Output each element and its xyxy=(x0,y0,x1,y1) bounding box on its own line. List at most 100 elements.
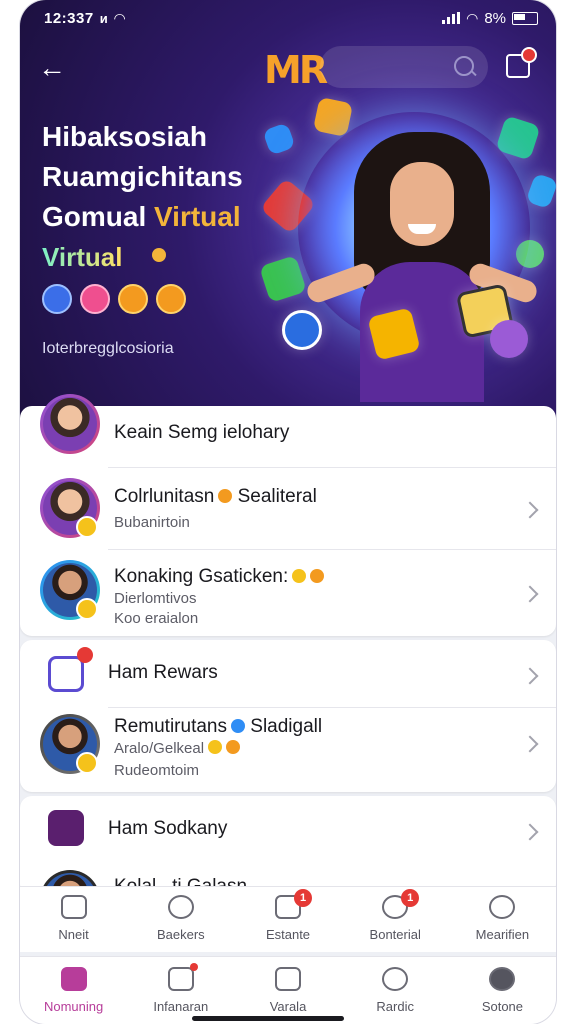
hero-virtual-label: Virtual xyxy=(42,242,123,272)
host-portrait xyxy=(304,132,540,402)
coin-row xyxy=(42,284,186,314)
search-icon[interactable] xyxy=(454,56,474,76)
bag-icon[interactable] xyxy=(506,47,537,78)
list-item[interactable]: Ham Sodkany xyxy=(20,796,556,866)
list-item-title: Konaking Gsaticken: xyxy=(114,566,325,588)
list-item-title: Ham Rewars xyxy=(108,662,218,683)
hero-title-line3-a: Gomual xyxy=(42,201,147,232)
profile-icon xyxy=(489,967,516,991)
coin-icon xyxy=(80,284,110,314)
chevron-right-icon[interactable] xyxy=(521,667,539,685)
home-icon xyxy=(60,967,87,991)
tab-label: Nomuning xyxy=(43,999,104,1014)
hero-banner[interactable]: 12:337 ᴎ ◠ ◠ 8% ← MR Hibaksosiah Ruamgic… xyxy=(20,0,556,420)
battery-icon xyxy=(512,11,538,25)
status-bar: 12:337 ᴎ ◠ ◠ 8% xyxy=(20,0,556,36)
avatar xyxy=(40,394,100,454)
avatar xyxy=(40,560,100,620)
top-app-bar: ← MR xyxy=(20,42,556,96)
coin-icon xyxy=(118,284,148,314)
person-icon xyxy=(382,967,409,991)
coin-icon xyxy=(42,284,72,314)
tab-label: Varala xyxy=(269,999,307,1014)
tab-nomuning[interactable]: Nomuning xyxy=(20,967,127,1024)
coin-icon xyxy=(156,284,186,314)
notification-dot xyxy=(521,47,537,63)
notification-badge: 1 xyxy=(401,889,420,907)
building-icon xyxy=(48,647,93,692)
list-item-title: Keain Semg ielohary xyxy=(114,422,290,443)
back-arrow-icon[interactable]: ← xyxy=(38,54,68,84)
list-item[interactable]: Konaking Gsaticken: Dierlomtivos Koo era… xyxy=(20,550,556,636)
home-indicator[interactable] xyxy=(192,1016,344,1021)
hero-title-line2: Ruamgichitans xyxy=(42,161,243,192)
tab-label: Nneit xyxy=(58,927,89,942)
verified-icon xyxy=(218,489,233,503)
battery-percent: 8% xyxy=(484,9,506,27)
tab-label: Sotone xyxy=(481,999,524,1014)
app-tile-icon xyxy=(312,96,354,138)
list-item-subtitle-2: Koo eraialon xyxy=(114,610,199,627)
app-logo: MR xyxy=(264,48,328,92)
bottom-nav-bar: Nomuning Infanaran Varala Rardic Sotone xyxy=(20,956,556,1024)
list-item[interactable]: Colrlunitasn Sealiteral Bubanirtoin xyxy=(20,468,556,550)
star-icon xyxy=(208,740,223,754)
tab-label: Rardic xyxy=(376,999,414,1014)
list-item-subtitle-2: Rudeomtoim xyxy=(114,762,200,779)
list-item[interactable]: Keain Semg ielohary xyxy=(20,394,556,468)
coin-icon xyxy=(226,740,241,754)
music-icon xyxy=(490,320,528,358)
tab-rardic[interactable]: Rardic xyxy=(342,967,449,1024)
wifi-icon: ◠ xyxy=(466,9,479,26)
tab-nneit[interactable]: Nneit xyxy=(20,895,127,952)
hero-subtitle: Ioterbregglcosioria xyxy=(42,340,174,357)
hero-title-line3-b: Virtual xyxy=(154,201,241,232)
chevron-right-icon[interactable] xyxy=(521,823,539,841)
list-item-subtitle: Aralo/Gelkeal xyxy=(114,740,241,757)
document-icon xyxy=(48,810,84,846)
hero-title-line1: Hibaksosiah xyxy=(42,121,207,152)
chevron-right-icon[interactable] xyxy=(521,735,539,753)
phone-screen: 12:337 ᴎ ◠ ◠ 8% ← MR Hibaksosiah Ruamgic… xyxy=(20,0,556,1024)
avatar xyxy=(40,714,100,774)
avatar xyxy=(40,478,100,538)
tab-label: Infanaran xyxy=(153,999,209,1014)
list-item-subtitle: Dierlomtivos xyxy=(114,590,197,607)
list-item-title: Colrlunitasn Sealiteral xyxy=(114,486,317,508)
app-tile-icon xyxy=(525,172,556,210)
star-icon xyxy=(292,569,307,583)
verified-icon xyxy=(231,719,245,733)
chat-icon xyxy=(167,895,194,919)
gold-badge-icon xyxy=(76,752,98,774)
gold-badge-icon xyxy=(76,516,98,538)
search-bar[interactable] xyxy=(320,46,488,88)
tab-estante[interactable]: 1 Estante xyxy=(234,889,341,952)
chevron-right-icon[interactable] xyxy=(521,585,539,603)
book-icon xyxy=(275,967,301,991)
notification-dot xyxy=(77,647,93,663)
list-item[interactable]: Remutirutans Sladigall Aralo/Gelkeal Rud… xyxy=(20,708,556,792)
camera-icon xyxy=(167,963,198,991)
search-bubble-icon xyxy=(282,310,322,350)
list-item-title-b: Sladigall xyxy=(250,716,323,737)
list-item-title-a: Konaking Gsaticken: xyxy=(114,566,289,587)
rewards-list-card: Ham Rewars Remutirutans Sladigall Aralo/… xyxy=(20,640,556,792)
company-list-card: Ham Sodkany Kolal...ti Galasn xyxy=(20,796,556,896)
notification-badge: 1 xyxy=(294,889,312,907)
app-tile-icon xyxy=(262,122,296,156)
signal-icon xyxy=(442,12,461,24)
list-item-title: Ham Sodkany xyxy=(108,818,228,839)
network-label: ᴎ xyxy=(99,10,109,26)
tab-baekers[interactable]: Baekers xyxy=(127,895,234,952)
hero-title-line3: Gomual Virtual xyxy=(42,198,241,236)
list-item[interactable]: Ham Rewars xyxy=(20,640,556,708)
home-outline-icon xyxy=(60,895,87,919)
tab-bonterial[interactable]: 1 Bonterial xyxy=(342,889,449,952)
secondary-tab-bar: Nneit Baekers 1 Estante 1 Bonterial Mearif… xyxy=(20,886,556,952)
chevron-right-icon[interactable] xyxy=(521,501,539,519)
list-item-title-b: Sealiteral xyxy=(237,486,317,507)
tab-sotone[interactable]: Sotone xyxy=(449,967,556,1024)
list-item-title: Remutirutans Sladigall xyxy=(114,716,322,738)
tab-mearifien[interactable]: Mearifien xyxy=(449,895,556,952)
tab-label: Mearifien xyxy=(475,927,530,942)
